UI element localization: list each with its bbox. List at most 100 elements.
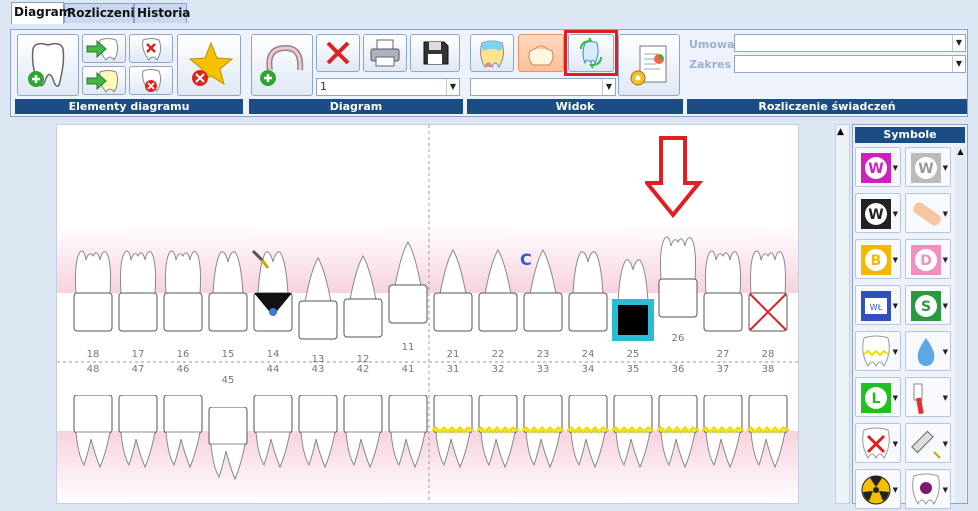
symbol-drop-blue-button[interactable]: ▼ [905, 331, 951, 371]
tooth-46[interactable] [162, 395, 204, 504]
remove-tooth-button[interactable] [129, 34, 173, 63]
group-diagram: Diagram [249, 99, 463, 114]
tooth-35[interactable] [612, 395, 654, 504]
symbol-wb-pattern-button[interactable]: WŁ ▼ [855, 285, 901, 325]
symbol-tooth-yellow-button[interactable]: ▼ [855, 331, 901, 371]
chevron-down-icon[interactable]: ▼ [943, 164, 948, 172]
symbol-s-green-button[interactable]: S ▼ [905, 285, 951, 325]
crown-tooth-icon [528, 45, 554, 66]
symbol-skull-tooth-button[interactable]: ▼ [905, 469, 951, 509]
tooth-number-41: 41 [401, 364, 415, 375]
new-diagram-button[interactable] [251, 34, 313, 96]
chevron-down-icon[interactable]: ▼ [943, 210, 948, 218]
chevron-down-icon[interactable]: ▼ [952, 35, 965, 51]
symbol-syringe-button[interactable]: ▼ [905, 423, 951, 463]
add-tooth-button[interactable] [17, 34, 79, 96]
denture-add-icon [260, 44, 304, 86]
chevron-down-icon[interactable]: ▼ [893, 164, 898, 172]
tooth-32[interactable] [477, 395, 519, 504]
diagram-select[interactable]: 1 ▼ [316, 78, 460, 96]
tooth-43[interactable] [297, 395, 339, 504]
chevron-down-icon[interactable]: ▼ [952, 56, 965, 72]
delete-diagram-button[interactable] [316, 34, 360, 72]
symbol-bandage-button[interactable]: ▼ [905, 193, 951, 233]
chevron-down-icon[interactable]: ▼ [943, 256, 948, 264]
chevron-down-icon[interactable]: ▼ [943, 348, 948, 356]
colored-tooth-icon [480, 40, 504, 69]
chevron-down-icon[interactable]: ▼ [943, 394, 948, 402]
symbol-b-orange-button[interactable]: B ▼ [855, 239, 901, 279]
tooth-number-21: 21 [446, 349, 460, 360]
tab-historia[interactable]: Historia [134, 3, 190, 23]
chevron-down-icon[interactable]: ▼ [893, 210, 898, 218]
tooth-31[interactable] [432, 395, 474, 504]
diagram-scrollbar[interactable]: ▲ [835, 124, 850, 504]
chevron-down-icon[interactable]: ▼ [943, 486, 948, 494]
chevron-down-icon[interactable]: ▼ [893, 394, 898, 402]
symbols-scrollbar[interactable]: ▲ [955, 147, 966, 503]
symbol-l-green-button[interactable]: L ▼ [855, 377, 901, 417]
chevron-down-icon[interactable]: ▼ [893, 256, 898, 264]
tooth-45[interactable] [207, 407, 249, 504]
tooth-42[interactable] [342, 395, 384, 504]
chevron-down-icon[interactable]: ▼ [602, 79, 615, 95]
tooth-arrow-yellow-icon [86, 69, 119, 93]
scroll-up-icon[interactable]: ▲ [955, 147, 966, 156]
symbol-toothbrush-button[interactable]: ▼ [905, 377, 951, 417]
tooth-34[interactable] [567, 395, 609, 504]
symbol-w-magenta-button[interactable]: W ▼ [855, 147, 901, 187]
chevron-down-icon[interactable]: ▼ [943, 440, 948, 448]
save-button[interactable] [410, 34, 460, 72]
tooth-38[interactable] [747, 395, 789, 504]
chevron-down-icon[interactable]: ▼ [893, 348, 898, 356]
chevron-down-icon[interactable]: ▼ [446, 79, 459, 95]
svg-text:W: W [918, 161, 933, 177]
view-color-teeth-button[interactable] [470, 34, 514, 72]
caries-mark: C [520, 250, 532, 269]
tooth-41[interactable] [387, 395, 429, 504]
symbol-tooth-x-icon [862, 427, 890, 460]
symbol-skull-tooth-icon [912, 473, 940, 506]
umowa-label: Umowa [689, 38, 735, 51]
dental-diagram-canvas[interactable]: 18 17 16 15 14 13 12 11 21 22 23 24 25 26 27 28 48 47 46 45… [56, 124, 799, 504]
tooth-number-28: 28 [761, 349, 775, 360]
chevron-down-icon[interactable]: ▼ [893, 486, 898, 494]
tooth-48[interactable] [72, 395, 114, 504]
red-down-arrow [645, 136, 704, 219]
zakres-select[interactable]: ▼ [734, 55, 966, 73]
symbol-w-magenta-icon: W [861, 153, 891, 183]
move-tooth-right-button[interactable] [82, 34, 126, 63]
symbol-d-pink-button[interactable]: D ▼ [905, 239, 951, 279]
clear-elements-button[interactable] [177, 34, 241, 96]
svg-text:L: L [872, 391, 881, 407]
tooth-33[interactable] [522, 395, 564, 504]
view-select[interactable]: ▼ [470, 78, 616, 96]
tooth-number-35: 35 [626, 364, 640, 375]
view-crown-button[interactable] [518, 34, 564, 72]
symbol-tooth-x-button[interactable]: ▼ [855, 423, 901, 463]
floppy-save-icon [423, 41, 449, 65]
print-button[interactable] [363, 34, 407, 72]
symbol-w-black-button[interactable]: W ▼ [855, 193, 901, 233]
report-settings-button[interactable] [618, 34, 680, 96]
chevron-down-icon[interactable]: ▼ [893, 440, 898, 448]
tooth-number-17: 17 [131, 349, 145, 360]
chevron-down-icon[interactable]: ▼ [943, 302, 948, 310]
tab-rozliczenia[interactable]: Rozliczenia [64, 3, 143, 23]
umowa-select[interactable]: ▼ [734, 34, 966, 52]
chevron-down-icon[interactable]: ▼ [893, 302, 898, 310]
tooth-number-37: 37 [716, 364, 730, 375]
tooth-number-15: 15 [221, 349, 235, 360]
svg-text:D: D [920, 253, 932, 269]
scroll-up-icon[interactable]: ▲ [837, 127, 844, 137]
symbol-bandage-icon [913, 202, 941, 226]
move-tooth-yellow-button[interactable] [82, 66, 126, 95]
tooth-47[interactable] [117, 395, 159, 504]
delete-tooth-button[interactable] [129, 66, 173, 95]
tab-diagram[interactable]: Diagram [11, 2, 71, 24]
tooth-44[interactable] [252, 395, 294, 504]
tooth-36[interactable] [657, 395, 699, 504]
tooth-37[interactable] [702, 395, 744, 504]
symbol-w-gray-button[interactable]: W ▼ [905, 147, 951, 187]
symbol-radiation-button[interactable]: ▼ [855, 469, 901, 509]
